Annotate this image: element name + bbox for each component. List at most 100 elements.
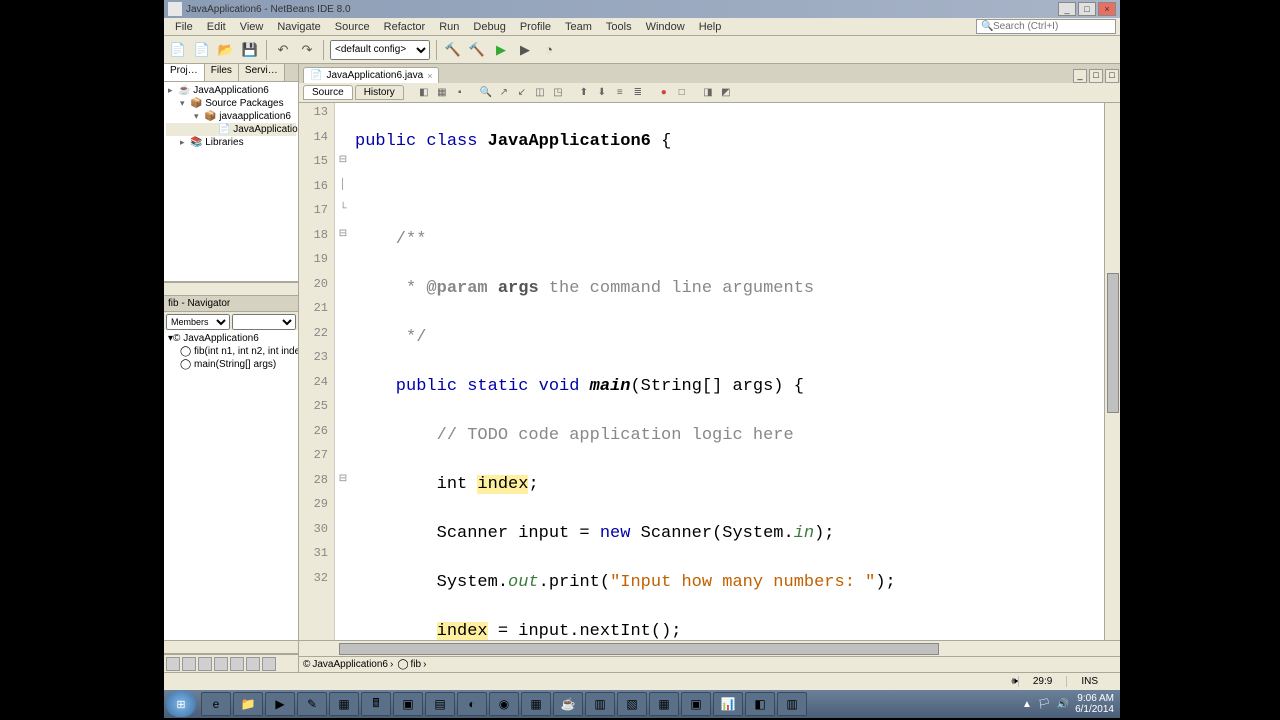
toolbar-icon[interactable]: ◫ [532, 85, 548, 101]
editor-hscroll[interactable] [299, 640, 1120, 656]
taskbar-app-icon[interactable]: ▦ [329, 692, 359, 716]
debug-icon[interactable]: ▶ [515, 40, 535, 60]
nav-filter-icon[interactable] [198, 657, 212, 671]
tab-services[interactable]: Servi… [239, 64, 285, 81]
breadcrumb-class[interactable]: © JavaApplication6 › [303, 659, 393, 670]
menu-debug[interactable]: Debug [466, 20, 512, 34]
new-project-icon[interactable]: 📄 [192, 40, 212, 60]
toolbar-icon[interactable]: □ [674, 85, 690, 101]
menu-file[interactable]: File [168, 20, 200, 34]
nav-filter-icon[interactable] [230, 657, 244, 671]
project-tree-hscroll[interactable] [164, 282, 298, 296]
new-file-icon[interactable]: 📄 [168, 40, 188, 60]
build-icon[interactable]: 🔨 [443, 40, 463, 60]
taskbar-app-icon[interactable]: 📊 [713, 692, 743, 716]
taskbar-app-icon[interactable]: ▥ [585, 692, 615, 716]
toolbar-icon[interactable]: ◳ [550, 85, 566, 101]
search-input[interactable] [993, 21, 1103, 32]
navigator-view-select[interactable]: Members [166, 314, 230, 330]
nav-filter-icon[interactable] [262, 657, 276, 671]
maximize-button[interactable]: □ [1078, 2, 1096, 16]
menu-refactor[interactable]: Refactor [377, 20, 433, 34]
navigator-filter-select[interactable] [232, 314, 296, 330]
editor-vscroll[interactable] [1104, 103, 1120, 640]
toolbar-icon[interactable]: ≡ [612, 85, 628, 101]
navigator-hscroll[interactable] [164, 640, 298, 654]
toolbar-icon[interactable]: ◧ [416, 85, 432, 101]
minimize-button[interactable]: _ [1058, 2, 1076, 16]
menu-source[interactable]: Source [328, 20, 377, 34]
code-editor[interactable]: public class JavaApplication6 { /** * @p… [351, 103, 1104, 640]
config-select[interactable]: <default config> [330, 40, 430, 60]
toolbar-icon[interactable]: ◩ [718, 85, 734, 101]
menu-help[interactable]: Help [692, 20, 729, 34]
menu-navigate[interactable]: Navigate [270, 20, 327, 34]
close-button[interactable]: × [1098, 2, 1116, 16]
menu-team[interactable]: Team [558, 20, 599, 34]
tray-icon[interactable]: ▲ [1022, 699, 1032, 710]
toolbar-icon[interactable]: ▪ [452, 85, 468, 101]
taskbar-netbeans-icon[interactable]: ◧ [745, 692, 775, 716]
toolbar-icon[interactable]: ▦ [434, 85, 450, 101]
toolbar-icon[interactable]: ≣ [630, 85, 646, 101]
editor-maximize-icon[interactable]: □ [1105, 69, 1119, 83]
taskbar-app-icon[interactable]: ▧ [617, 692, 647, 716]
toolbar-icon[interactable]: ⬇ [594, 85, 610, 101]
source-tab[interactable]: Source [303, 85, 353, 100]
taskbar-app-icon[interactable]: ▦ [649, 692, 679, 716]
taskbar-ie-icon[interactable]: e [201, 692, 231, 716]
nav-filter-icon[interactable] [214, 657, 228, 671]
redo-icon[interactable]: ↷ [297, 40, 317, 60]
profile-icon[interactable]: ◔ [539, 40, 559, 60]
taskbar-app-icon[interactable]: ▣ [393, 692, 423, 716]
menu-tools[interactable]: Tools [599, 20, 639, 34]
start-button[interactable]: ⊞ [166, 691, 196, 717]
taskbar-chrome-icon[interactable]: ◉ [489, 692, 519, 716]
system-tray[interactable]: ▲ 🏳 🔊 9:06 AM 6/1/2014 [1022, 693, 1118, 715]
history-tab[interactable]: History [355, 85, 404, 100]
tray-icon[interactable]: 🏳 [1038, 699, 1051, 710]
toolbar-icon[interactable]: ● [656, 85, 672, 101]
taskbar-app-icon[interactable]: ☕ [553, 692, 583, 716]
taskbar-media-icon[interactable]: ▶ [265, 692, 295, 716]
taskbar-app-icon[interactable]: ▥ [777, 692, 807, 716]
taskbar-app-icon[interactable]: ◐ [457, 692, 487, 716]
editor-restore-icon[interactable]: □ [1089, 69, 1103, 83]
undo-icon[interactable]: ↶ [273, 40, 293, 60]
editor-tab[interactable]: 📄 JavaApplication6.java × [303, 67, 439, 83]
menu-edit[interactable]: Edit [200, 20, 233, 34]
menu-view[interactable]: View [233, 20, 271, 34]
taskbar-app-icon[interactable]: ✎ [297, 692, 327, 716]
project-tree[interactable]: ▸☕ JavaApplication6 ▾📦 Source Packages ▾… [164, 82, 298, 282]
taskbar-app-icon[interactable]: ▦ [521, 692, 551, 716]
clean-build-icon[interactable]: 🔨 [467, 40, 487, 60]
toolbar-icon[interactable]: ⬆ [576, 85, 592, 101]
toolbar-icon[interactable]: ↗ [496, 85, 512, 101]
nav-filter-icon[interactable] [182, 657, 196, 671]
taskbar-calc-icon[interactable]: 🖩 [361, 692, 391, 716]
nav-filter-icon[interactable] [246, 657, 260, 671]
line-number-gutter[interactable]: 1314151617181920212223242526272829303132 [299, 103, 335, 640]
navigator-tree[interactable]: ▾© JavaApplication6 ◯ fib(int n1, int n2… [164, 330, 298, 640]
editor-minimize-icon[interactable]: _ [1073, 69, 1087, 83]
nav-filter-icon[interactable] [166, 657, 180, 671]
open-icon[interactable]: 📂 [216, 40, 236, 60]
fold-gutter[interactable]: ⊟│└⊟⊟ [335, 103, 351, 640]
toolbar-icon[interactable]: ↙ [514, 85, 530, 101]
taskbar-explorer-icon[interactable]: 📁 [233, 692, 263, 716]
toolbar-icon[interactable]: ◨ [700, 85, 716, 101]
taskbar-app-icon[interactable]: ▤ [425, 692, 455, 716]
search-box[interactable]: 🔍 [976, 19, 1116, 34]
clock[interactable]: 9:06 AM 6/1/2014 [1075, 693, 1114, 715]
taskbar-app-icon[interactable]: ▣ [681, 692, 711, 716]
run-icon[interactable]: ▶ [491, 40, 511, 60]
tab-projects[interactable]: Proj… [164, 64, 205, 81]
menu-profile[interactable]: Profile [513, 20, 558, 34]
toolbar-icon[interactable]: 🔍 [478, 85, 494, 101]
save-all-icon[interactable]: 💾 [240, 40, 260, 60]
breadcrumb-method[interactable]: ◯ fib › [397, 659, 426, 670]
tray-icon[interactable]: 🔊 [1057, 699, 1069, 710]
menu-window[interactable]: Window [639, 20, 692, 34]
close-tab-icon[interactable]: × [427, 71, 432, 81]
menu-run[interactable]: Run [432, 20, 466, 34]
